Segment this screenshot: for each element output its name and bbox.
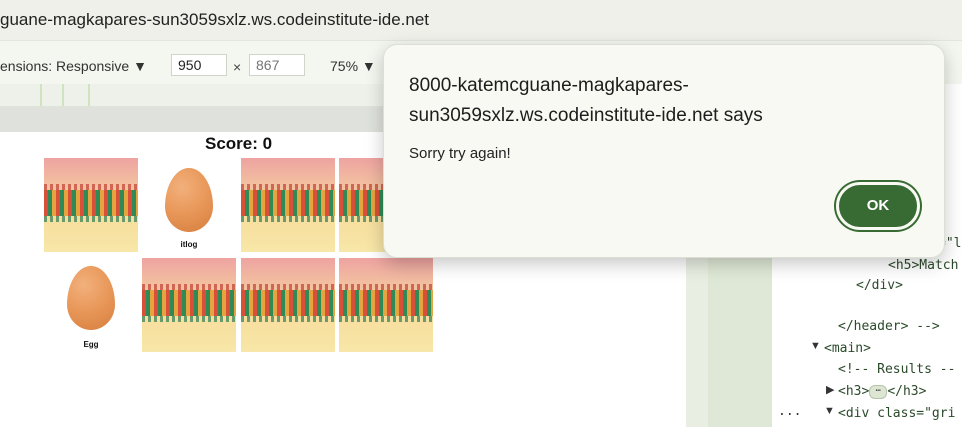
code-line: </h3>: [887, 384, 927, 399]
code-line[interactable]: </div>: [856, 278, 903, 293]
alert-dialog: 8000-katemcguane-magkapares-sun3059sxlz.…: [383, 44, 945, 258]
height-input[interactable]: [249, 54, 305, 76]
score-label: Score: 0: [205, 134, 273, 153]
code-line[interactable]: </header> -->: [838, 319, 940, 334]
expand-caret-icon[interactable]: ▼: [824, 405, 835, 417]
card-back[interactable]: [241, 158, 335, 252]
card-pattern: [142, 284, 236, 322]
ellipsis-icon[interactable]: ⋯: [869, 384, 888, 399]
card-pattern: [241, 184, 335, 222]
card-pattern: [241, 284, 335, 322]
card-back[interactable]: [142, 258, 236, 352]
ruler-tick[interactable]: [40, 84, 42, 106]
ok-button[interactable]: OK: [836, 182, 920, 230]
more-options-icon[interactable]: ...: [778, 404, 801, 419]
card-back[interactable]: [339, 258, 433, 352]
card-label: itlog: [180, 240, 198, 249]
card-back[interactable]: [241, 258, 335, 352]
card-pattern: [44, 184, 138, 222]
egg-image: [67, 266, 115, 330]
code-line: <h3>: [838, 384, 870, 399]
code-line[interactable]: <h5>Match: [888, 258, 958, 273]
egg-image: [165, 168, 213, 232]
address-bar[interactable]: guane-magkapares-sun3059sxlz.ws.codeinst…: [0, 0, 962, 41]
h3-node[interactable]: <h3> ⋯ </h3>: [838, 384, 926, 399]
collapse-caret-icon[interactable]: ▶: [826, 383, 834, 396]
expand-caret-icon[interactable]: ▼: [810, 340, 821, 352]
ruler-tick[interactable]: [62, 84, 64, 106]
dimensions-dropdown[interactable]: ensions: Responsive ▼: [0, 58, 147, 74]
width-input[interactable]: [171, 54, 227, 76]
code-line[interactable]: <div class="gri: [838, 406, 955, 421]
card-face-egg[interactable]: Egg: [44, 258, 138, 352]
ruler-tick[interactable]: [88, 84, 90, 106]
code-line[interactable]: <main>: [824, 341, 871, 356]
card-back[interactable]: [44, 158, 138, 252]
zoom-dropdown[interactable]: 75% ▼: [330, 58, 376, 74]
card-face-itlog[interactable]: itlog: [142, 158, 236, 252]
card-label: Egg: [83, 340, 99, 349]
url-text[interactable]: guane-magkapares-sun3059sxlz.ws.codeinst…: [0, 10, 429, 30]
dialog-title: 8000-katemcguane-magkapares-sun3059sxlz.…: [409, 75, 763, 126]
dialog-message: Sorry try again!: [409, 145, 511, 162]
card-pattern: [339, 284, 433, 322]
times-sign: ×: [233, 59, 242, 75]
code-line[interactable]: <!-- Results --: [838, 362, 955, 377]
